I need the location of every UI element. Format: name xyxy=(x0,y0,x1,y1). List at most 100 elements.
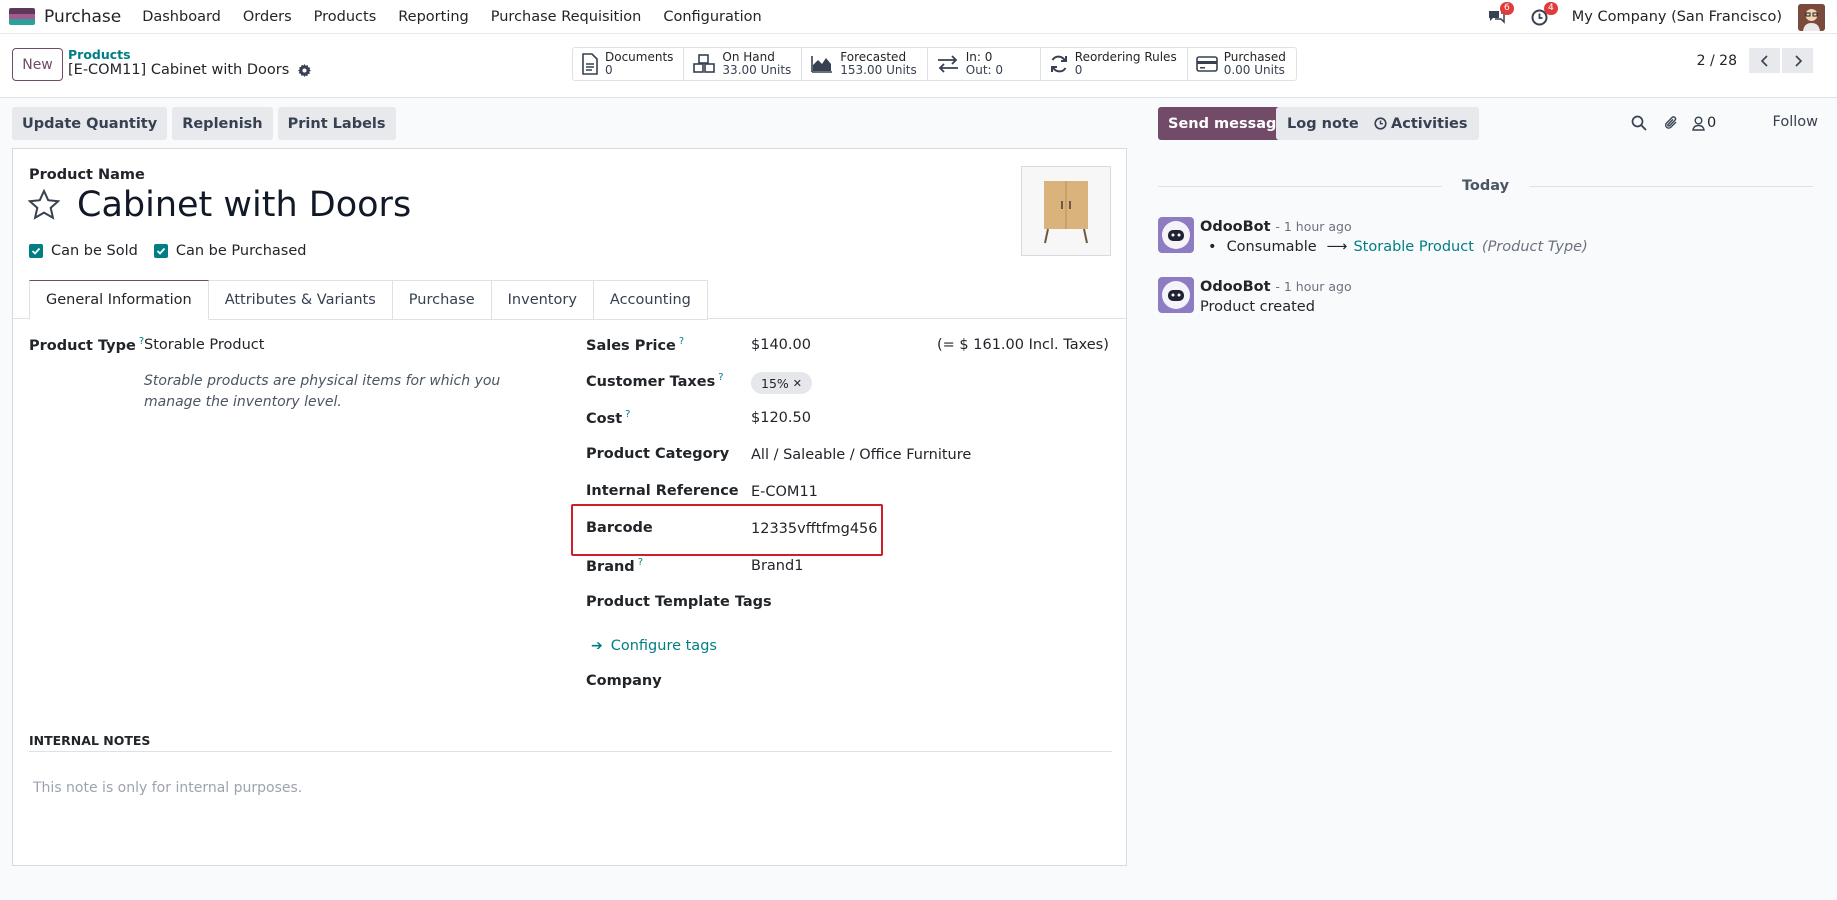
tab-inventory[interactable]: Inventory xyxy=(491,280,594,320)
product-name-label: Product Name xyxy=(29,167,145,183)
odoobot-avatar[interactable] xyxy=(1158,277,1194,313)
in-out-smart-button[interactable]: In: 0 Out: 0 xyxy=(928,48,1041,80)
product-form-sheet: Product Name Cabinet with Doors Can be S… xyxy=(12,148,1127,866)
internal-reference-field[interactable]: E-COM11 xyxy=(751,484,818,500)
new-button[interactable]: New xyxy=(12,48,63,81)
replenish-button[interactable]: Replenish xyxy=(172,107,273,140)
cost-label: Cost? xyxy=(586,409,631,427)
messages-count-badge: 6 xyxy=(1500,2,1514,15)
product-category-label: Product Category xyxy=(586,446,730,462)
pager: 2 / 28 xyxy=(1697,48,1813,73)
user-avatar[interactable] xyxy=(1798,3,1825,31)
barcode-field[interactable]: 12335vfftfmg456 xyxy=(751,521,878,537)
documents-count: 0 xyxy=(605,63,613,77)
cubes-icon xyxy=(693,54,716,73)
sales-price-field[interactable]: $140.00 xyxy=(751,337,811,353)
tab-accounting[interactable]: Accounting xyxy=(593,280,708,320)
log-note-button[interactable]: Log note xyxy=(1276,107,1370,140)
app-name[interactable]: Purchase xyxy=(44,7,121,27)
purchase-app-icon[interactable] xyxy=(9,8,35,25)
document-icon xyxy=(582,53,598,75)
menu-orders[interactable]: Orders xyxy=(232,9,303,25)
menu-products[interactable]: Products xyxy=(303,9,388,25)
today-separator: Today xyxy=(1158,178,1814,194)
forecasted-value: 153.00 Units xyxy=(840,63,917,77)
checkmark-icon xyxy=(153,244,168,258)
help-tooltip-icon[interactable]: ? xyxy=(718,372,723,383)
pager-previous-button[interactable] xyxy=(1749,48,1780,73)
breadcrumb-products-link[interactable]: Products xyxy=(68,47,311,62)
favorite-star-icon[interactable] xyxy=(28,189,60,221)
tab-purchase[interactable]: Purchase xyxy=(392,280,492,320)
product-image[interactable] xyxy=(1021,166,1111,256)
clock-icon xyxy=(1374,117,1387,130)
pager-value[interactable]: 2 / 28 xyxy=(1697,53,1737,69)
main-menu: Dashboard Orders Products Reporting Purc… xyxy=(131,9,772,25)
tax-tag-15[interactable]: 15% ✕ xyxy=(751,372,813,394)
remove-tag-icon[interactable]: ✕ xyxy=(793,377,802,390)
update-quantity-button[interactable]: Update Quantity xyxy=(12,107,168,140)
documents-smart-button[interactable]: Documents 0 xyxy=(573,48,685,80)
purchased-smart-button[interactable]: Purchased 0.00 Units xyxy=(1188,48,1296,80)
out-count: Out: 0 xyxy=(965,63,1004,77)
product-type-field[interactable]: Storable Product xyxy=(144,337,264,353)
help-tooltip-icon[interactable]: ? xyxy=(625,409,630,420)
forecasted-smart-button[interactable]: Forecasted 153.00 Units xyxy=(802,48,928,80)
tab-attributes-variants[interactable]: Attributes & Variants xyxy=(208,280,393,320)
purchased-value: 0.00 Units xyxy=(1223,63,1285,77)
company-label: Company xyxy=(586,673,662,689)
menu-dashboard[interactable]: Dashboard xyxy=(131,9,232,25)
followers-count[interactable]: 0 xyxy=(1707,115,1716,131)
follow-button[interactable]: Follow xyxy=(1773,114,1818,130)
arrow-right-icon: ➔ xyxy=(591,638,603,654)
message-author[interactable]: OdooBot xyxy=(1200,219,1271,235)
reordering-rules-label: Reordering Rules xyxy=(1074,50,1177,64)
internal-notes-input[interactable]: This note is only for internal purposes. xyxy=(33,780,302,796)
print-labels-button[interactable]: Print Labels xyxy=(277,107,396,140)
internal-reference-label: Internal Reference xyxy=(586,483,739,499)
user-icon[interactable] xyxy=(1692,116,1705,131)
company-switcher[interactable]: My Company (San Francisco) xyxy=(1572,9,1782,25)
odoobot-avatar[interactable] xyxy=(1158,217,1194,253)
brand-field[interactable]: Brand1 xyxy=(751,558,803,574)
product-name-input[interactable]: Cabinet with Doors xyxy=(77,185,411,225)
today-label: Today xyxy=(1461,178,1510,194)
tracking-field-name: (Product Type) xyxy=(1481,239,1588,255)
sales-price-incl-taxes: (= $ 161.00 Incl. Taxes) xyxy=(937,337,1109,353)
menu-reporting[interactable]: Reporting xyxy=(387,9,480,25)
gear-icon[interactable] xyxy=(298,63,312,77)
on-hand-value: 33.00 Units xyxy=(722,63,792,77)
can-be-sold-checkbox[interactable]: Can be Sold xyxy=(29,243,138,259)
product-category-field[interactable]: All / Saleable / Office Furniture xyxy=(751,447,971,463)
checkmark-icon xyxy=(29,244,43,258)
credit-card-icon xyxy=(1195,56,1218,72)
message-time: - 1 hour ago xyxy=(1275,219,1352,234)
tab-general-information[interactable]: General Information xyxy=(29,280,209,320)
area-chart-icon xyxy=(811,56,833,73)
chevron-right-icon xyxy=(1794,54,1802,67)
reordering-rules-smart-button[interactable]: Reordering Rules 0 xyxy=(1041,48,1188,80)
help-tooltip-icon[interactable]: ? xyxy=(679,336,684,347)
paperclip-icon[interactable] xyxy=(1664,115,1678,131)
pager-next-button[interactable] xyxy=(1782,48,1813,73)
activities-count-badge: 4 xyxy=(1544,2,1558,15)
internal-notes-label: INTERNAL NOTES xyxy=(29,733,151,748)
breadcrumb: Products [E-COM11] Cabinet with Doors xyxy=(68,47,312,78)
messages-button[interactable]: 6 xyxy=(1484,2,1514,29)
activities-button[interactable]: 4 xyxy=(1528,2,1558,29)
configure-tags-link[interactable]: ➔ Configure tags xyxy=(591,638,717,654)
robot-icon xyxy=(1162,221,1190,249)
activities-button[interactable]: Activities xyxy=(1363,107,1479,140)
long-arrow-right-icon: ⟶ xyxy=(1326,239,1348,255)
can-be-purchased-checkbox[interactable]: Can be Purchased xyxy=(153,243,306,259)
on-hand-smart-button[interactable]: On Hand 33.00 Units xyxy=(684,48,803,80)
help-tooltip-icon[interactable]: ? xyxy=(638,557,643,568)
search-icon[interactable] xyxy=(1631,115,1647,131)
message-author[interactable]: OdooBot xyxy=(1200,279,1271,295)
menu-purchase-requisition[interactable]: Purchase Requisition xyxy=(480,9,653,25)
internal-notes-divider xyxy=(29,751,1112,752)
cost-field[interactable]: $120.50 xyxy=(751,410,811,426)
tax-tag-label: 15% xyxy=(761,375,789,391)
refresh-icon xyxy=(1050,55,1067,73)
menu-configuration[interactable]: Configuration xyxy=(652,9,772,25)
